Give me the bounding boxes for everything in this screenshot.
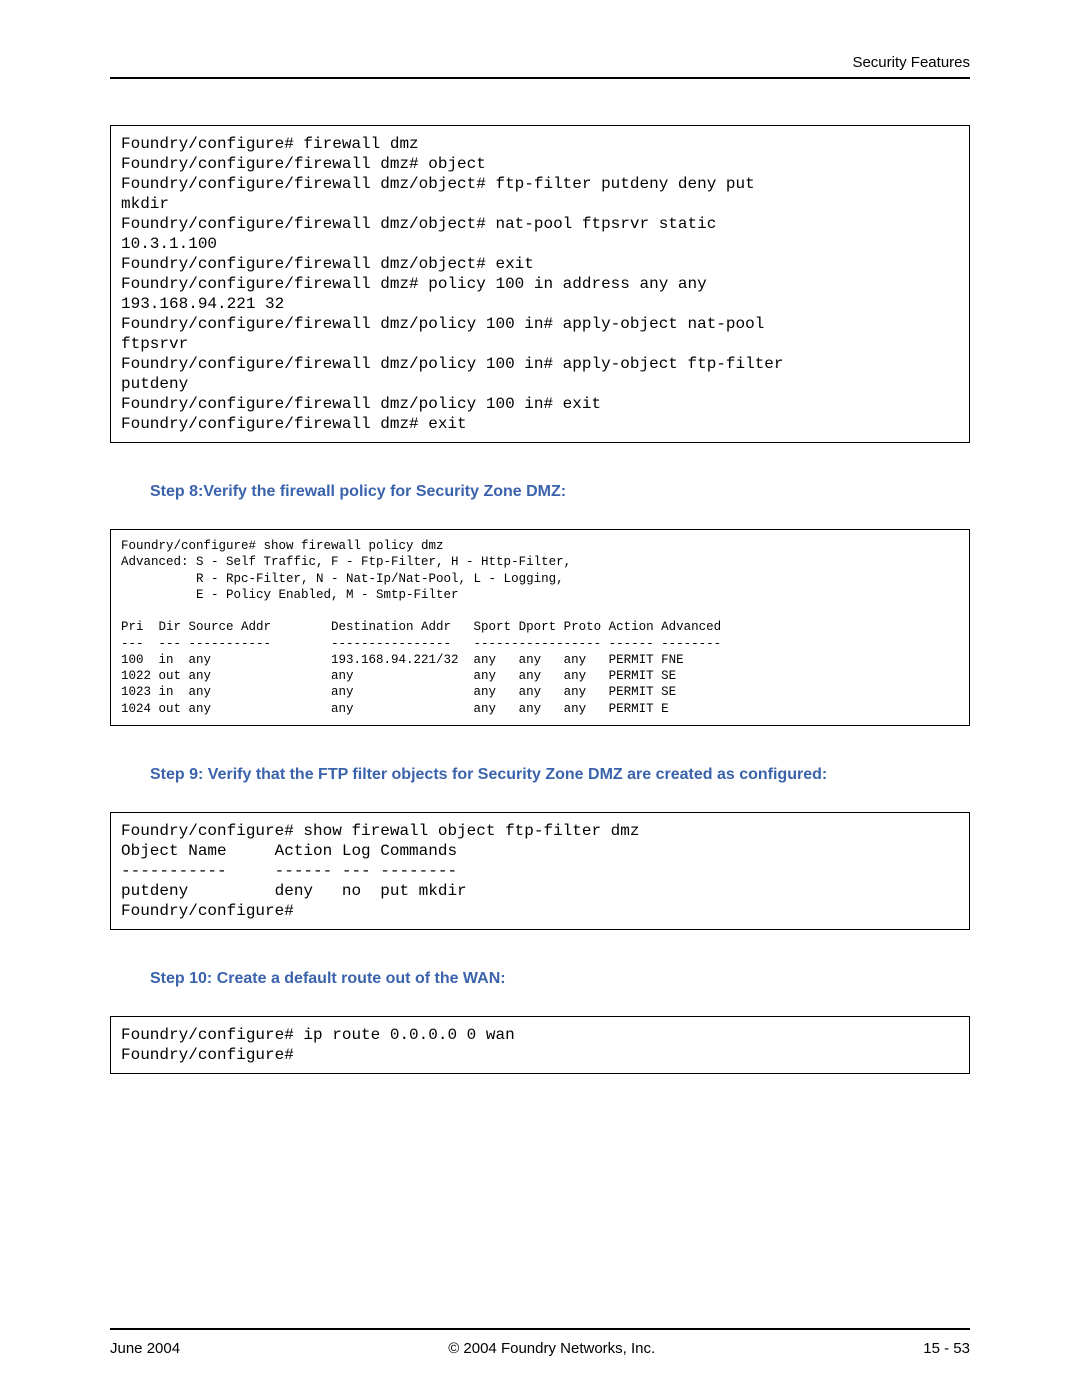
- header-section-title: Security Features: [110, 54, 970, 79]
- footer-page-number: 15 - 53: [923, 1340, 970, 1357]
- step-9-heading: Step 9: Verify that the FTP filter objec…: [150, 766, 970, 784]
- code-block-4: Foundry/configure# ip route 0.0.0.0 0 wa…: [110, 1016, 970, 1074]
- step-8-heading: Step 8:Verify the firewall policy for Se…: [150, 483, 970, 501]
- footer-copyright: © 2004 Foundry Networks, Inc.: [448, 1340, 655, 1357]
- page-footer: June 2004 © 2004 Foundry Networks, Inc. …: [110, 1328, 970, 1357]
- footer-date: June 2004: [110, 1340, 180, 1357]
- page: Security Features Foundry/configure# fir…: [0, 0, 1080, 1397]
- code-block-3: Foundry/configure# show firewall object …: [110, 812, 970, 930]
- code-block-2: Foundry/configure# show firewall policy …: [110, 529, 970, 726]
- code-block-1: Foundry/configure# firewall dmz Foundry/…: [110, 125, 970, 443]
- step-10-heading: Step 10: Create a default route out of t…: [150, 970, 970, 988]
